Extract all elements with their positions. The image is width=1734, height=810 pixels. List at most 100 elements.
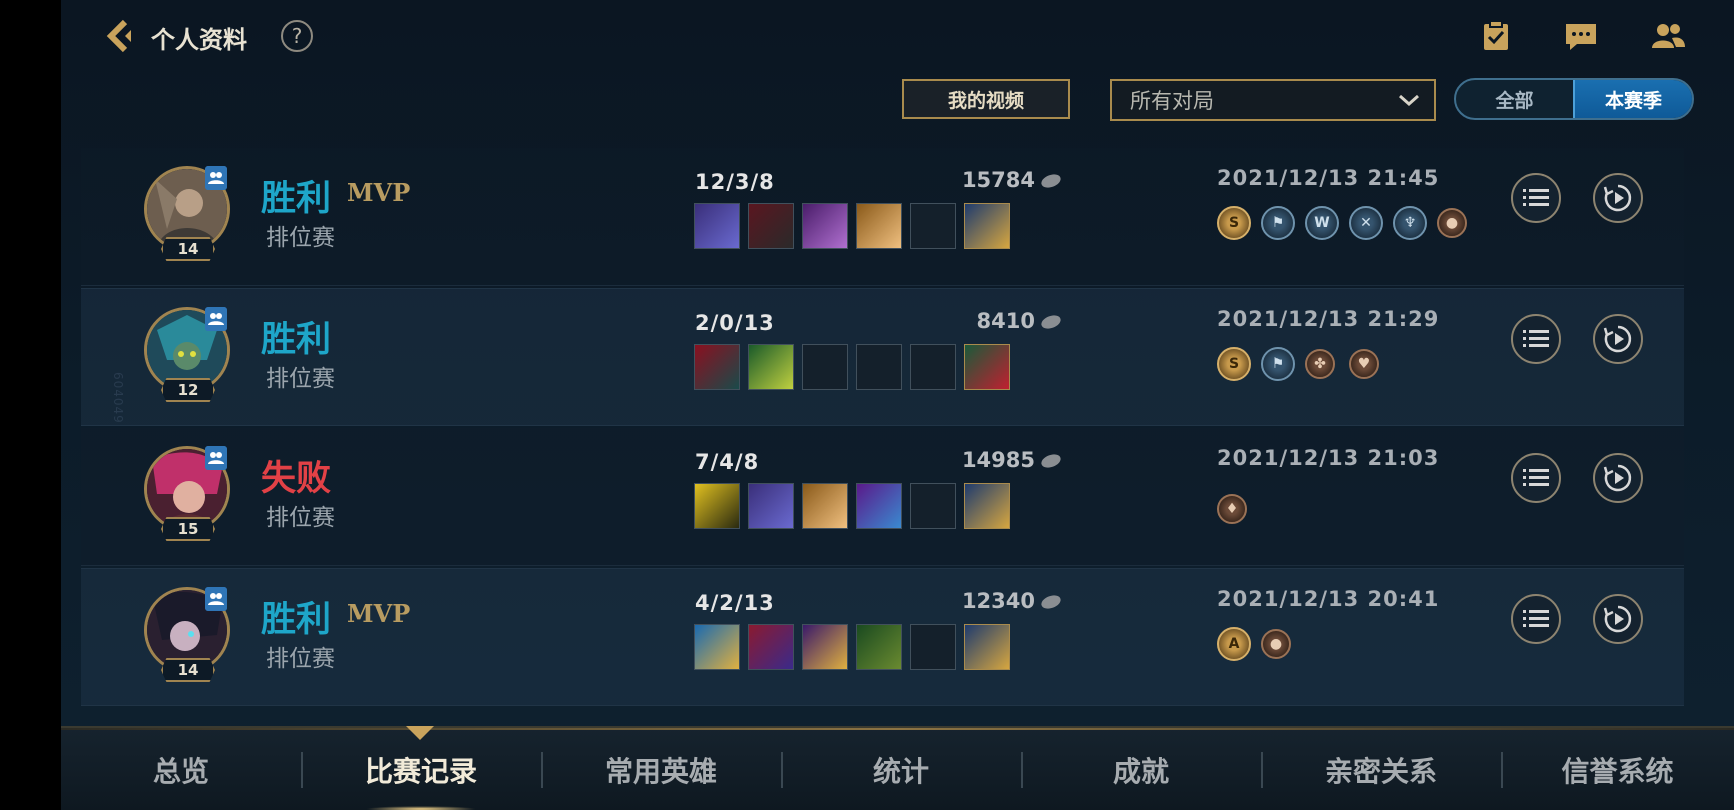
party-icon: [205, 446, 227, 470]
item-slot: [856, 203, 902, 249]
tab-match-history[interactable]: 比赛记录: [301, 728, 541, 810]
item-slot-empty: [910, 344, 956, 390]
shield-badge-icon: ♆: [1393, 206, 1427, 240]
trinket-slot: [964, 483, 1010, 529]
help-icon[interactable]: ?: [281, 20, 313, 52]
mvp-label: MVP: [347, 178, 411, 207]
item-slot: [694, 624, 740, 670]
match-details-button[interactable]: [1511, 314, 1561, 364]
match-date: 2021/12/13 20:41: [1217, 587, 1440, 611]
champion-level: 14: [161, 237, 215, 261]
trinket-slot: [964, 624, 1010, 670]
back-arrow-icon[interactable]: [101, 16, 141, 56]
my-videos-button[interactable]: 我的视频: [902, 79, 1070, 119]
boots-slot: [964, 344, 1010, 390]
drop-badge-icon: ♦: [1217, 494, 1247, 524]
champion-level: 14: [161, 658, 215, 682]
tab-honor-system[interactable]: 信誉系统: [1501, 728, 1734, 810]
flag-badge-icon: ⚑: [1261, 347, 1295, 381]
gold-earned: 12340: [861, 589, 1063, 613]
cross-swords-badge-icon: ✕: [1349, 206, 1383, 240]
season-toggle-all[interactable]: 全部: [1456, 80, 1573, 118]
item-slot: [694, 344, 740, 390]
tab-statistics[interactable]: 统计: [781, 728, 1021, 810]
match-row[interactable]: 12 胜利 排位赛 2/0/13 8410 2021/12/13 21:29 S…: [81, 288, 1684, 426]
match-row[interactable]: 14 胜利 MVP 排位赛 4/2/13 12340 2021/12/13 20…: [81, 568, 1684, 706]
match-mode: 排位赛: [266, 225, 335, 251]
item-slot: [748, 344, 794, 390]
match-details-button[interactable]: [1511, 453, 1561, 503]
item-slot: [856, 624, 902, 670]
gold-coin-icon: [1039, 592, 1063, 612]
match-row[interactable]: 15 失败 排位赛 7/4/8 14985 2021/12/13 21:03 ♦: [81, 428, 1684, 566]
item-slot: [748, 483, 794, 529]
replay-button[interactable]: [1593, 314, 1643, 364]
match-result: 胜利: [261, 600, 332, 640]
match-filter-select[interactable]: 所有对局: [1110, 79, 1436, 121]
match-result: 胜利: [261, 179, 332, 219]
season-toggle: 全部 本赛季: [1454, 78, 1694, 120]
a-rank-badge-icon: A: [1217, 627, 1251, 661]
match-row[interactable]: 14 胜利 MVP 排位赛 12/3/8 15784 2021/12/13 21…: [81, 148, 1684, 286]
page-title: 个人资料: [151, 26, 247, 54]
wolf-badge-icon: W: [1305, 206, 1339, 240]
item-slot: [856, 483, 902, 529]
profile-screen: 604049 个人资料 ? 我的视频 所有对局 全部 本赛季 14 胜利 MVP…: [61, 0, 1734, 810]
replay-icon: [1603, 605, 1632, 633]
replay-button[interactable]: [1593, 173, 1643, 223]
item-slot-empty: [856, 344, 902, 390]
item-slot: [802, 624, 848, 670]
item-slot-empty: [910, 483, 956, 529]
list-icon: [1523, 469, 1549, 486]
list-icon: [1523, 330, 1549, 347]
s-rank-badge-icon: S: [1217, 347, 1251, 381]
gold-value: 8410: [976, 309, 1035, 333]
kda: 2/0/13: [695, 311, 775, 335]
replay-icon: [1603, 184, 1632, 212]
tab-relationships[interactable]: 亲密关系: [1261, 728, 1501, 810]
item-slot: [802, 203, 848, 249]
party-icon: [205, 307, 227, 331]
match-details-button[interactable]: [1511, 594, 1561, 644]
gold-value: 12340: [961, 589, 1035, 613]
tab-favorite-champions[interactable]: 常用英雄: [541, 728, 781, 810]
kda: 4/2/13: [695, 591, 775, 615]
match-date: 2021/12/13 21:29: [1217, 307, 1440, 331]
party-icon: [205, 587, 227, 611]
match-mode: 排位赛: [266, 505, 335, 531]
chevron-down-icon: [1399, 94, 1419, 107]
kda: 7/4/8: [695, 450, 760, 474]
gold-coin-icon: [1039, 171, 1063, 191]
item-slot: [802, 483, 848, 529]
match-date: 2021/12/13 21:45: [1217, 166, 1440, 190]
party-icon: [205, 166, 227, 190]
s-rank-badge-icon: S: [1217, 206, 1251, 240]
item-slot: [694, 483, 740, 529]
item-slot-empty: [802, 344, 848, 390]
kda: 12/3/8: [695, 170, 775, 194]
match-date: 2021/12/13 21:03: [1217, 446, 1440, 470]
gold-earned: 15784: [861, 168, 1063, 192]
checklist-icon[interactable]: [1478, 18, 1514, 54]
gold-earned: 8410: [861, 309, 1063, 333]
list-icon: [1523, 189, 1549, 206]
item-slot: [748, 203, 794, 249]
match-mode: 排位赛: [266, 366, 335, 392]
heart-badge-icon: ♥: [1349, 349, 1379, 379]
replay-icon: [1603, 325, 1632, 353]
match-filter-value: 所有对局: [1130, 89, 1214, 113]
item-slot-empty: [910, 624, 956, 670]
chat-icon[interactable]: [1563, 18, 1599, 54]
match-details-button[interactable]: [1511, 173, 1561, 223]
pouch-badge-icon: ●: [1437, 208, 1467, 238]
replay-icon: [1603, 464, 1632, 492]
replay-button[interactable]: [1593, 453, 1643, 503]
tab-achievements[interactable]: 成就: [1021, 728, 1261, 810]
friends-icon[interactable]: [1650, 18, 1686, 54]
tab-overview[interactable]: 总览: [61, 728, 301, 810]
replay-button[interactable]: [1593, 594, 1643, 644]
trinket-slot: [964, 203, 1010, 249]
gold-coin-icon: [1039, 451, 1063, 471]
season-toggle-current[interactable]: 本赛季: [1573, 80, 1692, 118]
list-icon: [1523, 610, 1549, 627]
